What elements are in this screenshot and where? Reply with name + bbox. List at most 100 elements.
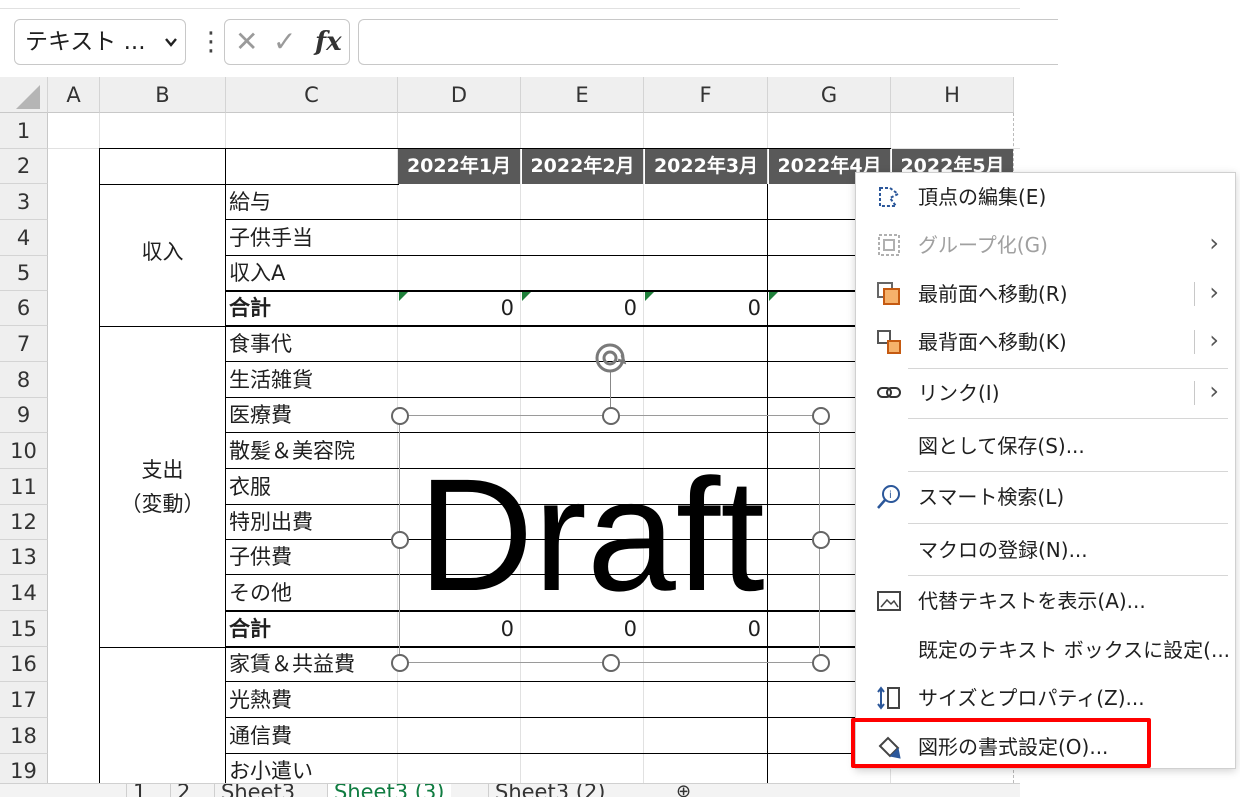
- row-header-12[interactable]: 12: [0, 505, 48, 540]
- item-cell[interactable]: 子供手当: [226, 220, 397, 256]
- row-header-3[interactable]: 3: [0, 184, 48, 220]
- item-cell[interactable]: 食事代: [226, 326, 397, 362]
- row-header-7[interactable]: 7: [0, 326, 48, 362]
- menu-item-edit-points[interactable]: 頂点の編集(E): [856, 173, 1235, 221]
- row-header-14[interactable]: 14: [0, 575, 48, 611]
- chevron-down-icon[interactable]: [163, 20, 179, 81]
- item-cell[interactable]: 散髪＆美容院: [226, 433, 397, 469]
- fx-icon[interactable]: fx: [315, 26, 342, 58]
- error-indicator[interactable]: [399, 292, 408, 301]
- row-header-8[interactable]: 8: [0, 362, 48, 398]
- chevron-right-icon[interactable]: ›: [1209, 377, 1219, 405]
- name-box[interactable]: テキスト ...: [14, 19, 186, 65]
- total-value[interactable]: 0: [521, 291, 643, 326]
- row-header-4[interactable]: 4: [0, 220, 48, 256]
- group-label-income[interactable]: 収入: [100, 237, 225, 267]
- row-header-9[interactable]: 9: [0, 398, 48, 433]
- link-icon: [876, 380, 902, 406]
- row-header-6[interactable]: 6: [0, 291, 48, 326]
- column-header-h[interactable]: H: [891, 77, 1014, 113]
- column-header-g[interactable]: G: [768, 77, 891, 113]
- month-header[interactable]: 2022年3月: [644, 149, 767, 184]
- resize-handle[interactable]: [391, 407, 409, 425]
- menu-item-set-default-textbox[interactable]: 既定のテキスト ボックスに設定(...: [856, 626, 1235, 674]
- resize-handle[interactable]: [812, 654, 830, 672]
- column-header-c[interactable]: C: [226, 77, 398, 113]
- menu-item-link[interactable]: リンク(I) ›: [856, 369, 1235, 417]
- context-menu: 頂点の編集(E) グループ化(G) › 最前面へ移動(R) › 最背面へ移動(K…: [855, 172, 1236, 769]
- group-label-expense[interactable]: 支出: [100, 455, 225, 485]
- item-cell[interactable]: 通信費: [226, 718, 397, 754]
- total-label[interactable]: 合計: [226, 291, 397, 326]
- menu-item-send-to-back[interactable]: 最背面へ移動(K) ›: [856, 318, 1235, 366]
- total-label[interactable]: 合計: [226, 611, 397, 647]
- item-cell[interactable]: 衣服: [226, 469, 397, 505]
- resize-handle[interactable]: [602, 654, 620, 672]
- item-cell[interactable]: 給与: [226, 184, 397, 220]
- menu-item-size-and-properties[interactable]: サイズとプロパティ(Z)...: [856, 674, 1235, 722]
- row-header-10[interactable]: 10: [0, 433, 48, 469]
- item-cell[interactable]: 光熱費: [226, 682, 397, 718]
- item-cell[interactable]: 収入A: [226, 256, 397, 291]
- error-indicator[interactable]: [645, 292, 654, 301]
- menu-item-group[interactable]: グループ化(G) ›: [856, 221, 1235, 269]
- vertical-dots-icon[interactable]: ⋮: [198, 20, 224, 66]
- error-indicator[interactable]: [769, 292, 778, 301]
- select-all-corner[interactable]: [0, 77, 48, 113]
- row-header-15[interactable]: 15: [0, 611, 48, 647]
- menu-item-smart-lookup[interactable]: i スマート検索(L): [856, 473, 1235, 521]
- error-indicator[interactable]: [522, 292, 531, 301]
- row-header-5[interactable]: 5: [0, 256, 48, 291]
- item-cell[interactable]: お小遣い: [226, 754, 397, 783]
- row-header-11[interactable]: 11: [0, 469, 48, 505]
- sheet-tab[interactable]: 2: [170, 784, 196, 797]
- column-header-a[interactable]: A: [48, 77, 100, 113]
- column-header-d[interactable]: D: [398, 77, 521, 113]
- column-header-b[interactable]: B: [100, 77, 226, 113]
- resize-handle[interactable]: [812, 531, 830, 549]
- formula-input[interactable]: [358, 19, 1058, 65]
- column-header-e[interactable]: E: [521, 77, 644, 113]
- menu-item-assign-macro[interactable]: マクロの登録(N)...: [856, 526, 1235, 574]
- total-value[interactable]: 0: [398, 291, 520, 326]
- resize-handle[interactable]: [391, 531, 409, 549]
- row-header-2[interactable]: 2: [0, 149, 48, 184]
- chevron-right-icon[interactable]: ›: [1209, 278, 1219, 306]
- row-border: [225, 681, 891, 682]
- cancel-icon[interactable]: ✕: [235, 26, 258, 58]
- row-header-16[interactable]: 16: [0, 647, 48, 682]
- month-header[interactable]: 2022年2月: [521, 149, 643, 184]
- add-sheet-icon[interactable]: ⊕: [670, 784, 697, 797]
- month-header[interactable]: 2022年1月: [398, 149, 520, 184]
- menu-separator: [908, 418, 1228, 419]
- item-cell[interactable]: 家賃＆共益費: [226, 647, 397, 682]
- resize-handle[interactable]: [391, 654, 409, 672]
- rotate-handle-icon[interactable]: [592, 340, 630, 378]
- row-header-13[interactable]: 13: [0, 540, 48, 575]
- menu-item-bring-to-front[interactable]: 最前面へ移動(R) ›: [856, 270, 1235, 318]
- enter-icon[interactable]: ✓: [273, 26, 296, 58]
- total-value[interactable]: 0: [644, 291, 767, 326]
- resize-handle[interactable]: [602, 407, 620, 425]
- item-cell[interactable]: 子供費: [226, 540, 397, 575]
- gridline: [397, 113, 398, 783]
- sheet-tab[interactable]: Sheet3 (2): [488, 784, 612, 797]
- column-header-f[interactable]: F: [644, 77, 768, 113]
- menu-item-view-alt-text[interactable]: 代替テキストを表示(A)...: [856, 577, 1235, 625]
- sheet-tab[interactable]: 1: [126, 784, 152, 797]
- sheet-tab-active[interactable]: Sheet3 (3): [327, 784, 451, 797]
- menu-item-save-as-picture[interactable]: 図として保存(S)...: [856, 422, 1235, 470]
- draft-shape-text[interactable]: Draft: [418, 440, 765, 630]
- item-cell[interactable]: 特別出費: [226, 505, 397, 540]
- item-cell[interactable]: 医療費: [226, 398, 397, 433]
- edit-points-icon: [876, 184, 902, 210]
- row-header-19[interactable]: 19: [0, 754, 48, 783]
- resize-handle[interactable]: [812, 407, 830, 425]
- row-header-1[interactable]: 1: [0, 113, 48, 149]
- chevron-right-icon[interactable]: ›: [1209, 326, 1219, 354]
- sheet-tab[interactable]: Sheet3: [214, 784, 301, 797]
- item-cell[interactable]: その他: [226, 575, 397, 611]
- row-header-18[interactable]: 18: [0, 718, 48, 754]
- row-header-17[interactable]: 17: [0, 682, 48, 718]
- item-cell[interactable]: 生活雑貨: [226, 362, 397, 398]
